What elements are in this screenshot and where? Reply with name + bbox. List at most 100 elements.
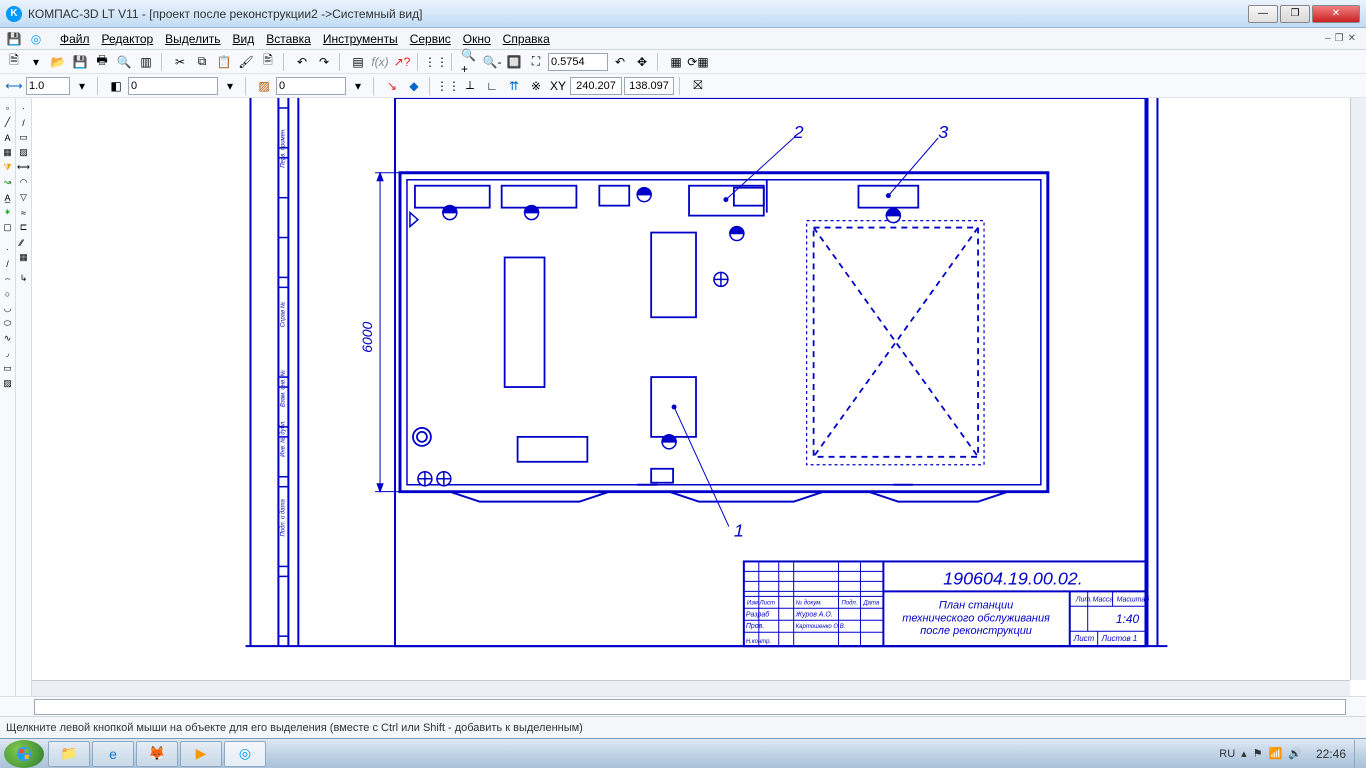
curve-arc-icon[interactable]: ◡ (0, 301, 15, 316)
snap-mid-icon[interactable]: ◆ (404, 76, 424, 96)
copy-icon[interactable]: ⧉ (192, 52, 212, 72)
triangle-icon[interactable]: ▽ (16, 190, 31, 205)
preview-icon[interactable]: 🔍 (114, 52, 134, 72)
scroll-vertical[interactable] (1350, 98, 1366, 680)
curve-ell-icon[interactable]: ⬭ (0, 316, 15, 331)
zoom-in-icon[interactable]: 🔍+ (460, 52, 480, 72)
zoom-fit-icon[interactable]: ⛶ (526, 52, 546, 72)
show-desktop-button[interactable] (1354, 740, 1362, 768)
menu-select[interactable]: Выделить (159, 30, 226, 48)
snap-grid-icon[interactable]: ⋮⋮ (438, 76, 458, 96)
command-input[interactable] (34, 699, 1346, 715)
thickness-input[interactable] (26, 77, 70, 95)
edge-icon[interactable]: ⊏ (16, 220, 31, 235)
new-drop-icon[interactable]: ▾ (26, 52, 46, 72)
layer-drop-icon[interactable]: ▾ (220, 76, 240, 96)
double-hatch-icon[interactable]: ⃫⃫ (16, 235, 31, 250)
hatch-b-icon[interactable]: ▨ (16, 145, 31, 160)
paste-icon[interactable]: 📋 (214, 52, 234, 72)
geom-label-icon[interactable]: A (0, 130, 15, 145)
layer-input[interactable] (128, 77, 218, 95)
props-icon[interactable]: ▥ (136, 52, 156, 72)
line-b-icon[interactable]: / (16, 115, 31, 130)
save-icon[interactable]: 💾 (4, 29, 24, 49)
coord-y-input[interactable] (624, 77, 674, 95)
start-button[interactable] (4, 740, 44, 768)
tray-lang[interactable]: RU (1219, 748, 1235, 760)
hatch-icon[interactable]: ▨ (254, 76, 274, 96)
mdi-close[interactable]: ✕ (1348, 33, 1356, 44)
menu-help[interactable]: Справка (497, 30, 556, 48)
task-explorer[interactable]: 📁 (48, 741, 90, 767)
show-hidden-icon[interactable]: ▴ (1241, 747, 1247, 760)
geom-dot-icon[interactable]: ▫ (0, 100, 15, 115)
tray-flag-icon[interactable]: ⚑ (1253, 747, 1263, 760)
undo-icon[interactable]: ↶ (292, 52, 312, 72)
save-icon[interactable]: 💾 (70, 52, 90, 72)
taskbar-clock[interactable]: 22:46 (1308, 747, 1354, 761)
zoom-prev-icon[interactable]: ↶ (610, 52, 630, 72)
snap-icon[interactable]: ↗? (392, 52, 412, 72)
zoom-value-input[interactable] (548, 53, 608, 71)
menu-file[interactable]: Файл (54, 30, 96, 48)
task-ie[interactable]: e (92, 741, 134, 767)
curve-fillet-icon[interactable]: ◞ (0, 346, 15, 361)
fx-icon[interactable]: f(x) (370, 52, 390, 72)
style-drop-icon[interactable]: ▾ (348, 76, 368, 96)
curve-pt-icon[interactable]: · (0, 241, 15, 256)
curve-curve-icon[interactable]: ⌢ (0, 271, 15, 286)
round-b-icon[interactable]: ◠ (16, 175, 31, 190)
scroll-horizontal[interactable] (32, 680, 1350, 696)
task-firefox[interactable]: 🦊 (136, 741, 178, 767)
geom-path-icon[interactable]: ↝ (0, 175, 15, 190)
rect-b-icon[interactable]: ▭ (16, 130, 31, 145)
zoom-out-icon[interactable]: 🔍- (482, 52, 502, 72)
mdi-max[interactable]: ❐ (1335, 33, 1344, 44)
geom-line-icon[interactable]: ╱ (0, 115, 15, 130)
style-input[interactable] (276, 77, 346, 95)
open-icon[interactable]: 📂 (48, 52, 68, 72)
menu-edit[interactable]: Редактор (96, 30, 160, 48)
copy-props-icon[interactable]: 🖌 (236, 52, 256, 72)
geom-macro-icon[interactable]: ✶ (0, 205, 15, 220)
redo-icon[interactable]: ↷ (314, 52, 334, 72)
snap-cross-icon[interactable]: ※ (526, 76, 546, 96)
ortho-icon[interactable]: ∟ (482, 76, 502, 96)
task-kompas[interactable]: ◎ (224, 741, 266, 767)
snap-sep-icon[interactable]: ⟂ (460, 76, 480, 96)
geom-grid-icon[interactable]: ▦ (0, 145, 15, 160)
minimize-button[interactable]: — (1248, 5, 1278, 23)
new-icon[interactable]: 🗎 (4, 52, 24, 72)
tray-vol-icon[interactable]: 🔊 (1288, 747, 1302, 760)
pan-icon[interactable]: ✥ (632, 52, 652, 72)
snap-end-icon[interactable]: ↘ (382, 76, 402, 96)
coords-icon[interactable]: XY (548, 76, 568, 96)
copy-style-icon[interactable]: 🖹 (258, 52, 278, 72)
curve-hatch2-icon[interactable]: ▨ (0, 376, 15, 391)
task-mediaplayer[interactable]: ▶ (180, 741, 222, 767)
grid-icon[interactable]: ⋮⋮ (426, 52, 446, 72)
layer-icon[interactable]: ◧ (106, 76, 126, 96)
geom-rect-icon[interactable]: ▢ (0, 220, 15, 235)
menu-tools[interactable]: Инструменты (317, 30, 404, 48)
curve-circ-icon[interactable]: ○ (0, 286, 15, 301)
zoom-window-icon[interactable]: 🔲 (504, 52, 524, 72)
close-button[interactable]: ✕ (1312, 5, 1360, 23)
print-icon[interactable]: 🖶 (92, 52, 112, 72)
system-tray[interactable]: RU ▴ ⚑ 📶 🔊 (1213, 747, 1308, 760)
dim-b-icon[interactable]: ⟷ (16, 160, 31, 175)
menu-service[interactable]: Сервис (404, 30, 457, 48)
drawing-canvas[interactable]: 6000 (32, 98, 1366, 696)
parallel-icon[interactable]: ⇈ (504, 76, 524, 96)
refresh-icon[interactable]: ▦ (666, 52, 686, 72)
thickness-drop-icon[interactable]: ▾ (72, 76, 92, 96)
mdi-min[interactable]: – (1325, 33, 1331, 44)
coord-x-input[interactable] (570, 77, 622, 95)
menu-view[interactable]: Вид (227, 30, 261, 48)
maximize-button[interactable]: ❐ (1280, 5, 1310, 23)
table-icon[interactable]: ▦ (16, 250, 31, 265)
break-line-icon[interactable]: ≈ (16, 205, 31, 220)
cut-icon[interactable]: ✂ (170, 52, 190, 72)
menu-insert[interactable]: Вставка (260, 30, 317, 48)
redraw-icon[interactable]: ⟳▦ (688, 52, 708, 72)
